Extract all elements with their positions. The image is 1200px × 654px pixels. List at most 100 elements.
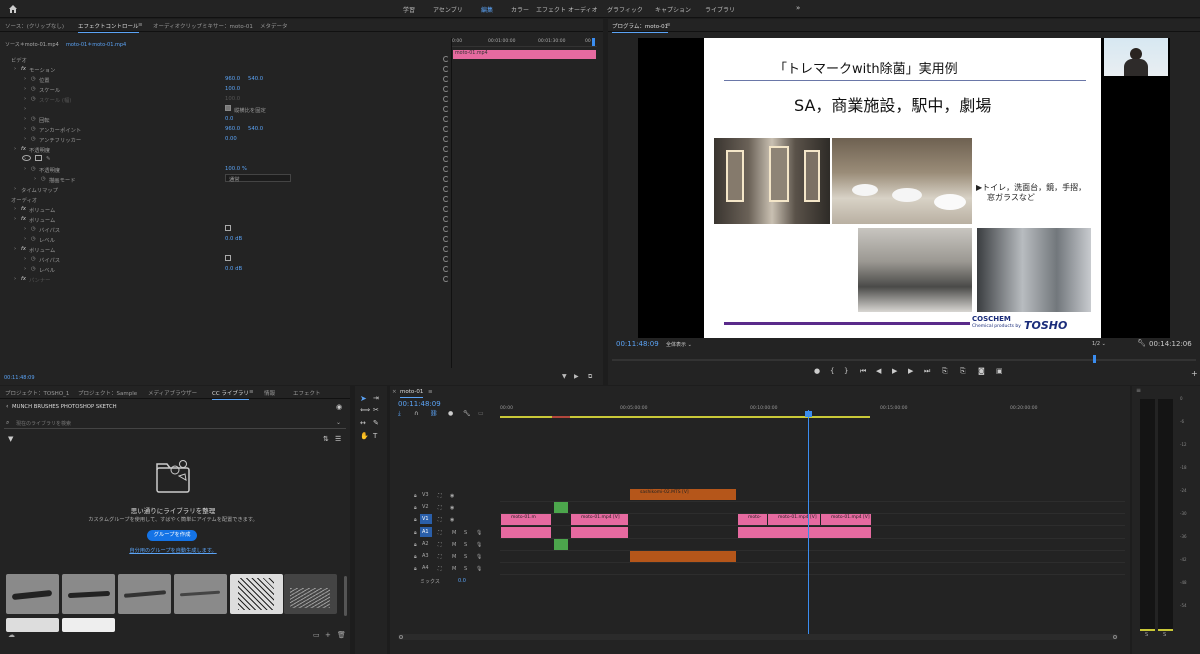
clip-v1[interactable]: moto-01.mp4 [V] [768, 514, 820, 525]
workspace-tab[interactable]: アセンブリ [433, 5, 463, 14]
playhead-marker[interactable] [592, 38, 595, 46]
stopwatch-icon[interactable]: ◷ [31, 226, 36, 232]
back-icon[interactable]: ‹ [6, 403, 8, 410]
effect-row[interactable]: › ◷ アンカーポイント 960.0 540.0 [0, 124, 452, 134]
timeline-scrollbar[interactable] [398, 634, 1118, 640]
expand-arrow-icon[interactable]: › [14, 66, 16, 72]
clip-source-label[interactable]: ソース＊moto-01.mp4 [5, 41, 59, 48]
lock-icon[interactable]: 🔒︎ [414, 493, 417, 499]
sketch-thumbnail[interactable] [284, 574, 337, 614]
effect-row[interactable]: › fx ボリューム [0, 214, 452, 224]
go-to-in-icon[interactable]: ⏮ [860, 367, 866, 376]
home-icon[interactable] [8, 4, 18, 14]
effect-row[interactable]: › ◷ レベル 0.0 dB [0, 264, 452, 274]
menu-icon[interactable]: ≡ [138, 22, 143, 28]
checkbox-checked[interactable] [225, 105, 231, 111]
clip-a1[interactable] [738, 527, 871, 538]
track-label[interactable]: A1 [420, 527, 432, 537]
brush-thumbnail[interactable] [174, 574, 227, 614]
track-header[interactable]: 🔒︎ A1 ⛶ M S 🎙︎ [390, 527, 500, 539]
reset-icon[interactable] [443, 86, 449, 92]
expand-arrow-icon[interactable]: › [24, 86, 26, 92]
expand-arrow-icon[interactable]: › [24, 106, 26, 112]
effect-value[interactable]: 100.0 [225, 86, 240, 92]
create-group-button[interactable]: グループを作成 [147, 530, 197, 541]
captions-icon[interactable]: ▭ [478, 410, 484, 417]
solo-button[interactable]: S [464, 554, 467, 560]
compare-icon[interactable]: ▣ [996, 367, 1003, 375]
expand-arrow-icon[interactable]: › [14, 246, 16, 252]
ec-clip-bar[interactable]: moto-01.mp4 [453, 50, 596, 59]
mute-button[interactable]: M [452, 542, 456, 548]
add-icon[interactable]: + [325, 631, 331, 639]
workspace-tab[interactable]: ライブラリ [705, 5, 735, 14]
reset-icon[interactable] [443, 116, 449, 122]
nest-icon[interactable]: ⤓ [398, 410, 401, 418]
rect-mask-icon[interactable] [35, 155, 42, 161]
video-frame[interactable]: 「トレマークwith除菌」実用例 SA，商業施設，駅中，劇場 ▶トイレ，洗面台，… [638, 38, 1170, 338]
expand-arrow-icon[interactable]: › [24, 136, 26, 142]
track-label[interactable]: A4 [420, 563, 432, 573]
stopwatch-icon[interactable]: ◷ [31, 96, 36, 102]
reset-icon[interactable] [443, 206, 449, 212]
lock-icon[interactable]: 🔒︎ [414, 505, 417, 511]
expand-arrow-icon[interactable]: › [14, 206, 16, 212]
snap-icon[interactable]: ∩ [414, 410, 418, 417]
brush-thumbnail[interactable] [6, 574, 59, 614]
stopwatch-icon[interactable]: ◷ [31, 266, 36, 272]
sync-lock-icon[interactable]: ⛶ [438, 554, 442, 560]
fx-icon[interactable]: fx [21, 66, 26, 72]
sync-lock-icon[interactable]: ⛶ [438, 530, 442, 536]
effect-row[interactable]: › ◷ スケール 100.0 [0, 84, 452, 94]
settings-icon[interactable]: 🔧︎ [463, 410, 471, 417]
workspace-tab[interactable]: グラフィック [607, 5, 643, 14]
library-search[interactable]: ⌕ 現在のライブラリを検索 ⌄ [4, 417, 346, 429]
effect-row[interactable]: › 縦横比を固定 [0, 104, 452, 114]
effect-row[interactable]: › ◷ レベル 0.0 dB [0, 234, 452, 244]
expand-arrow-icon[interactable]: › [24, 266, 26, 272]
reset-icon[interactable] [443, 246, 449, 252]
lock-icon[interactable]: 🔒︎ [414, 542, 417, 548]
chevron-down-icon[interactable]: ⌄ [336, 419, 341, 426]
quality-select[interactable]: 1/2 ⌄ [1092, 341, 1106, 347]
menu-icon[interactable]: ≡ [1136, 387, 1141, 394]
track-label[interactable]: V3 [420, 490, 432, 500]
add-button-icon[interactable]: + [1191, 369, 1198, 378]
expand-arrow-icon[interactable]: › [24, 116, 26, 122]
tab-effects[interactable]: エフェクト [293, 389, 321, 397]
tab-effect-controls[interactable]: エフェクトコントロール [78, 22, 139, 33]
reset-icon[interactable] [443, 186, 449, 192]
reset-icon[interactable] [443, 276, 449, 282]
solo-button[interactable]: S [464, 542, 467, 548]
reset-icon[interactable] [443, 126, 449, 132]
play-audio-icon[interactable]: ▶ [574, 373, 579, 380]
stopwatch-icon[interactable]: ◷ [31, 166, 36, 172]
eye-icon[interactable]: ◉ [450, 505, 454, 511]
expand-arrow-icon[interactable]: › [24, 226, 26, 232]
reset-icon[interactable] [443, 66, 449, 72]
track-label[interactable]: V1 [420, 514, 432, 524]
library-name[interactable]: MUNCH BRUSHES PHOTOSHOP SKETCH [12, 404, 117, 410]
tab-project-tosho[interactable]: プロジェクト：TOSHO_1 [5, 389, 69, 397]
blend-mode-select[interactable]: 通常 [225, 174, 291, 183]
program-timecode[interactable]: 00:11:48:09 [616, 340, 659, 348]
expand-arrow-icon[interactable]: › [34, 176, 36, 182]
effect-row[interactable]: › ◷ バイパス [0, 254, 452, 264]
fit-select[interactable]: 全体表示 ⌄ [666, 341, 692, 348]
mic-icon[interactable]: 🎙︎ [476, 530, 482, 536]
effect-row[interactable]: オーディオ [0, 194, 452, 204]
fx-icon[interactable]: fx [21, 246, 26, 252]
playhead-handle[interactable] [805, 411, 812, 417]
expand-arrow-icon[interactable]: › [24, 76, 26, 82]
lock-icon[interactable]: 🔒︎ [414, 554, 417, 560]
effect-value[interactable]: 960.0 [225, 126, 240, 132]
tab-info[interactable]: 情報 [264, 389, 275, 397]
go-to-out-icon[interactable]: ⏭ [924, 367, 930, 376]
effect-value[interactable]: 0.0 [225, 116, 233, 122]
export-icon[interactable]: ⧉ [588, 373, 592, 381]
reset-icon[interactable] [443, 176, 449, 182]
mix-track[interactable]: ミックス 0.0 [390, 575, 500, 587]
fx-icon[interactable]: fx [21, 216, 26, 222]
lock-icon[interactable]: 🔒︎ [414, 530, 417, 536]
razor-icon[interactable]: ✂ [373, 406, 379, 414]
